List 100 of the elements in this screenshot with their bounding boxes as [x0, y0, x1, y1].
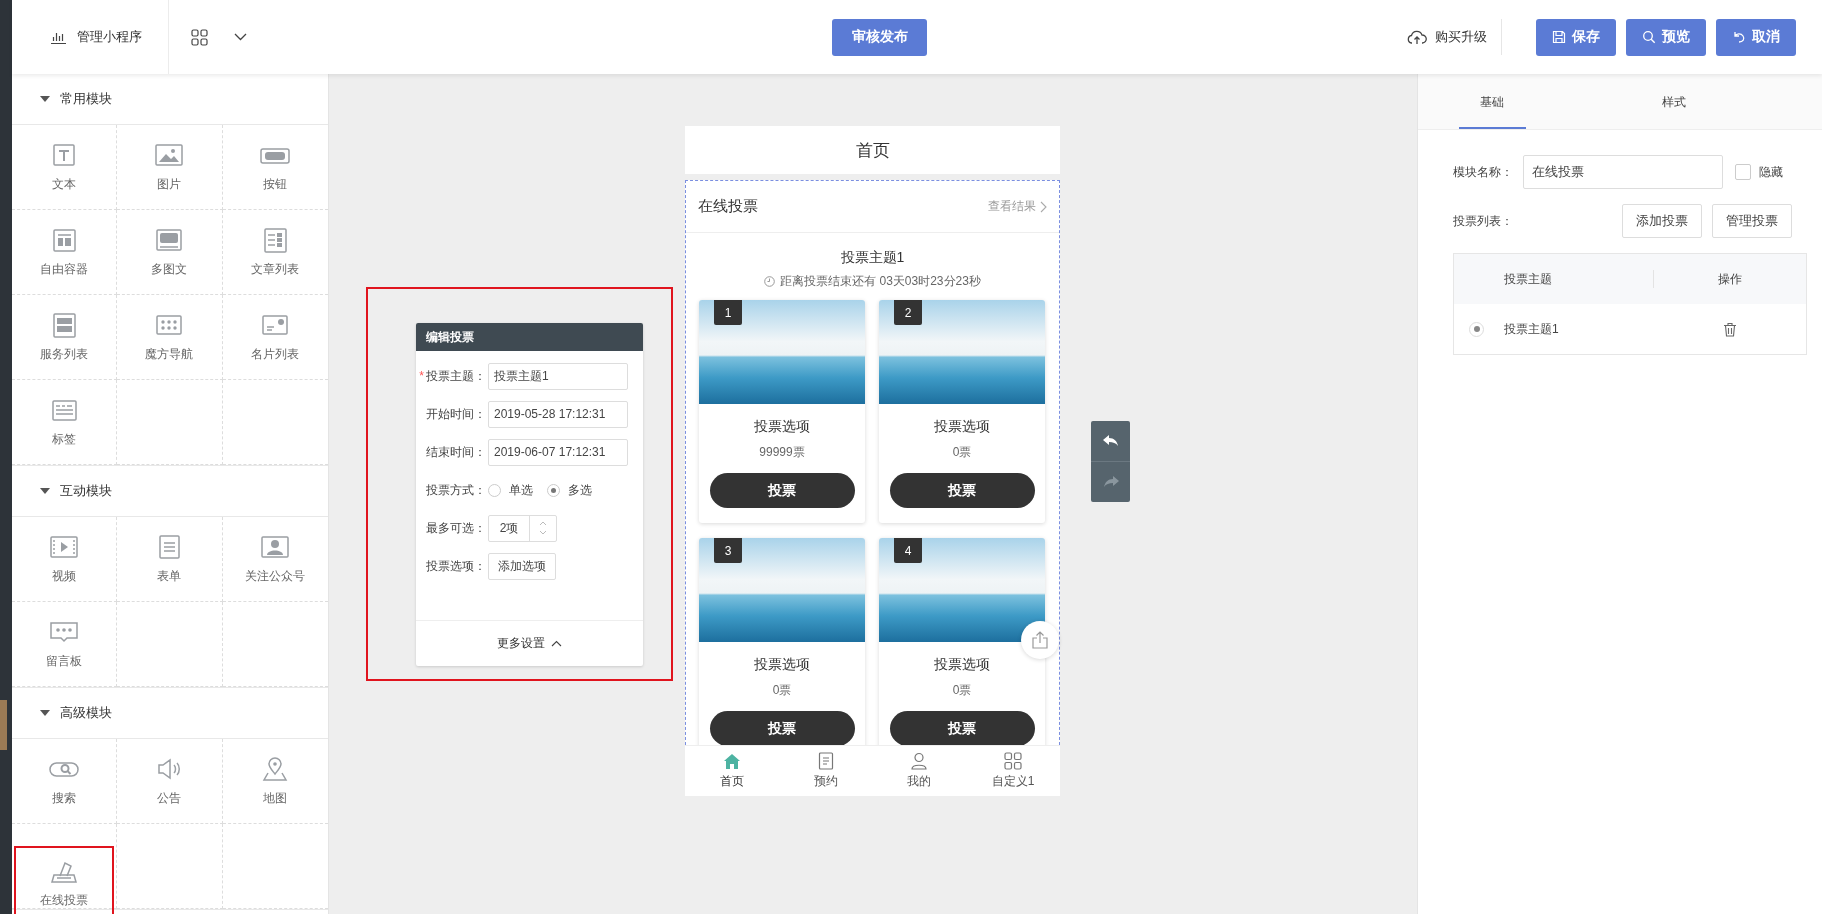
upgrade-link[interactable]: 购买升级 [1407, 28, 1501, 46]
module-item[interactable]: 文章列表 [249, 220, 302, 284]
module-item[interactable]: 魔方导航 [143, 305, 196, 369]
module-label: 自由容器 [40, 260, 89, 278]
save-button[interactable]: 保存 [1536, 18, 1616, 56]
module-label: 地图 [263, 789, 288, 807]
option-title: 投票选项 [754, 418, 810, 436]
publish-button[interactable]: 审核发布 [832, 18, 927, 56]
module-label: 关注公众号 [245, 567, 306, 585]
vote-button[interactable]: 投票 [889, 711, 1035, 745]
vote-count: 0票 [952, 682, 972, 699]
more-settings-button[interactable]: 更多设置 [491, 634, 568, 653]
module-label: 公告 [157, 789, 182, 807]
module-label: 在线投票 [40, 892, 89, 909]
caret-icon [40, 710, 50, 716]
module-label: 表单 [157, 567, 182, 585]
module-title: 在线投票 [698, 197, 758, 216]
module-item[interactable]: 自由容器 [38, 220, 91, 284]
module-label: 名片列表 [251, 345, 300, 363]
vote-count: 0票 [772, 682, 792, 699]
hide-checkbox[interactable] [1735, 164, 1751, 180]
module-item[interactable]: 名片列表 [249, 305, 302, 369]
module-label: 视频 [52, 567, 77, 585]
module-label: 文章列表 [251, 260, 300, 278]
module-label: 按钮 [263, 175, 288, 193]
grid-icon[interactable] [191, 28, 208, 46]
home-icon [722, 752, 741, 770]
add-option-button[interactable]: 添加选项 [488, 552, 556, 580]
option-title: 投票选项 [934, 656, 990, 674]
section-title: 互动模块 [60, 482, 112, 500]
module-item[interactable]: 图片 [149, 135, 190, 199]
cancel-button[interactable]: 取消 [1716, 18, 1796, 56]
checkbox-label: 隐藏 [1759, 163, 1783, 181]
section-header[interactable]: 常用模块 [12, 74, 328, 125]
document-icon [817, 752, 834, 770]
number-badge: 4 [894, 538, 922, 563]
vote-button[interactable]: 投票 [889, 473, 1035, 508]
section-title: 高级模块 [60, 704, 112, 722]
column-header: 投票主题 [1504, 270, 1552, 288]
caret-icon [40, 96, 50, 102]
module-label: 服务列表 [40, 345, 89, 363]
vote-topic: 投票主题1 [839, 249, 906, 267]
user-icon [910, 752, 929, 770]
field-label: 开始时间： [426, 405, 486, 423]
add-vote-button[interactable]: 添加投票 [1622, 204, 1702, 238]
panel-tab[interactable]: 基础 [1459, 74, 1526, 129]
app-menu-button[interactable]: 管理小程序 [12, 0, 168, 74]
module-label: 文本 [52, 175, 77, 193]
number-badge: 2 [894, 300, 922, 325]
module-item[interactable]: 多图文 [149, 220, 190, 284]
tab-bar-item[interactable]: 自定义1 [966, 746, 1060, 796]
module-item[interactable]: 留言板 [44, 612, 85, 676]
module-label: 魔方导航 [145, 345, 194, 363]
text-field[interactable]: 2019-05-28 17:12:31 [488, 400, 628, 428]
radio-option[interactable]: 单选 [488, 481, 533, 499]
section-title: 常用模块 [60, 90, 112, 108]
module-item[interactable]: 表单 [149, 527, 190, 591]
required-mark: * [419, 369, 424, 383]
field-label: 结束时间： [426, 443, 486, 461]
chevron-down-icon[interactable] [234, 33, 247, 41]
preview-button[interactable]: 预览 [1626, 18, 1706, 56]
module-item[interactable]: 搜索 [44, 749, 85, 813]
module-item[interactable]: 按钮 [255, 135, 296, 199]
tab-bar-item[interactable]: 我的 [872, 746, 967, 796]
panel-tab[interactable]: 样式 [1640, 74, 1707, 129]
option-title: 投票选项 [754, 656, 810, 674]
field-label: 模块名称： [1453, 163, 1513, 181]
module-item[interactable]: 公告 [149, 749, 190, 813]
section-header[interactable]: 互动模块 [12, 466, 328, 517]
option-title: 投票选项 [934, 418, 990, 436]
module-item[interactable]: 地图 [255, 749, 296, 813]
save-icon [1552, 30, 1566, 44]
module-item[interactable]: 标签 [44, 390, 85, 454]
vote-count: 99999票 [759, 444, 805, 461]
vote-count: 0票 [952, 444, 972, 461]
module-item[interactable]: 文本 [44, 135, 85, 199]
trash-icon[interactable] [1723, 321, 1737, 337]
chevron-up-icon [551, 640, 562, 647]
module-item[interactable]: 在线投票 [16, 848, 113, 914]
section-header[interactable]: 高级模块 [12, 688, 328, 739]
manage-votes-button[interactable]: 管理投票 [1712, 204, 1792, 238]
module-name-field[interactable]: 在线投票 [1523, 155, 1723, 189]
bar-chart-icon [50, 30, 67, 44]
tab-bar-item[interactable]: 首页 [685, 746, 779, 796]
text-field[interactable]: 2019-06-07 17:12:31 [488, 438, 628, 466]
radio-option[interactable]: 多选 [547, 481, 592, 499]
text-field[interactable]: 投票主题1 [488, 362, 628, 390]
module-item[interactable]: 服务列表 [38, 305, 91, 369]
editor-title: 编辑投票 [416, 323, 643, 351]
undo-arrow-icon [1102, 435, 1119, 447]
chevron-right-icon [1040, 200, 1047, 213]
module-item[interactable]: 视频 [44, 527, 85, 591]
module-item[interactable]: 关注公众号 [243, 527, 308, 591]
tab-bar-item[interactable]: 预约 [778, 746, 873, 796]
field-label: 投票主题： [426, 367, 486, 385]
vote-button[interactable]: 投票 [709, 711, 855, 745]
field-label: 最多可选： [426, 519, 486, 537]
number-stepper[interactable]: 2项 [488, 514, 557, 542]
vote-button[interactable]: 投票 [709, 473, 855, 508]
field-label: 投票选项： [426, 557, 486, 575]
